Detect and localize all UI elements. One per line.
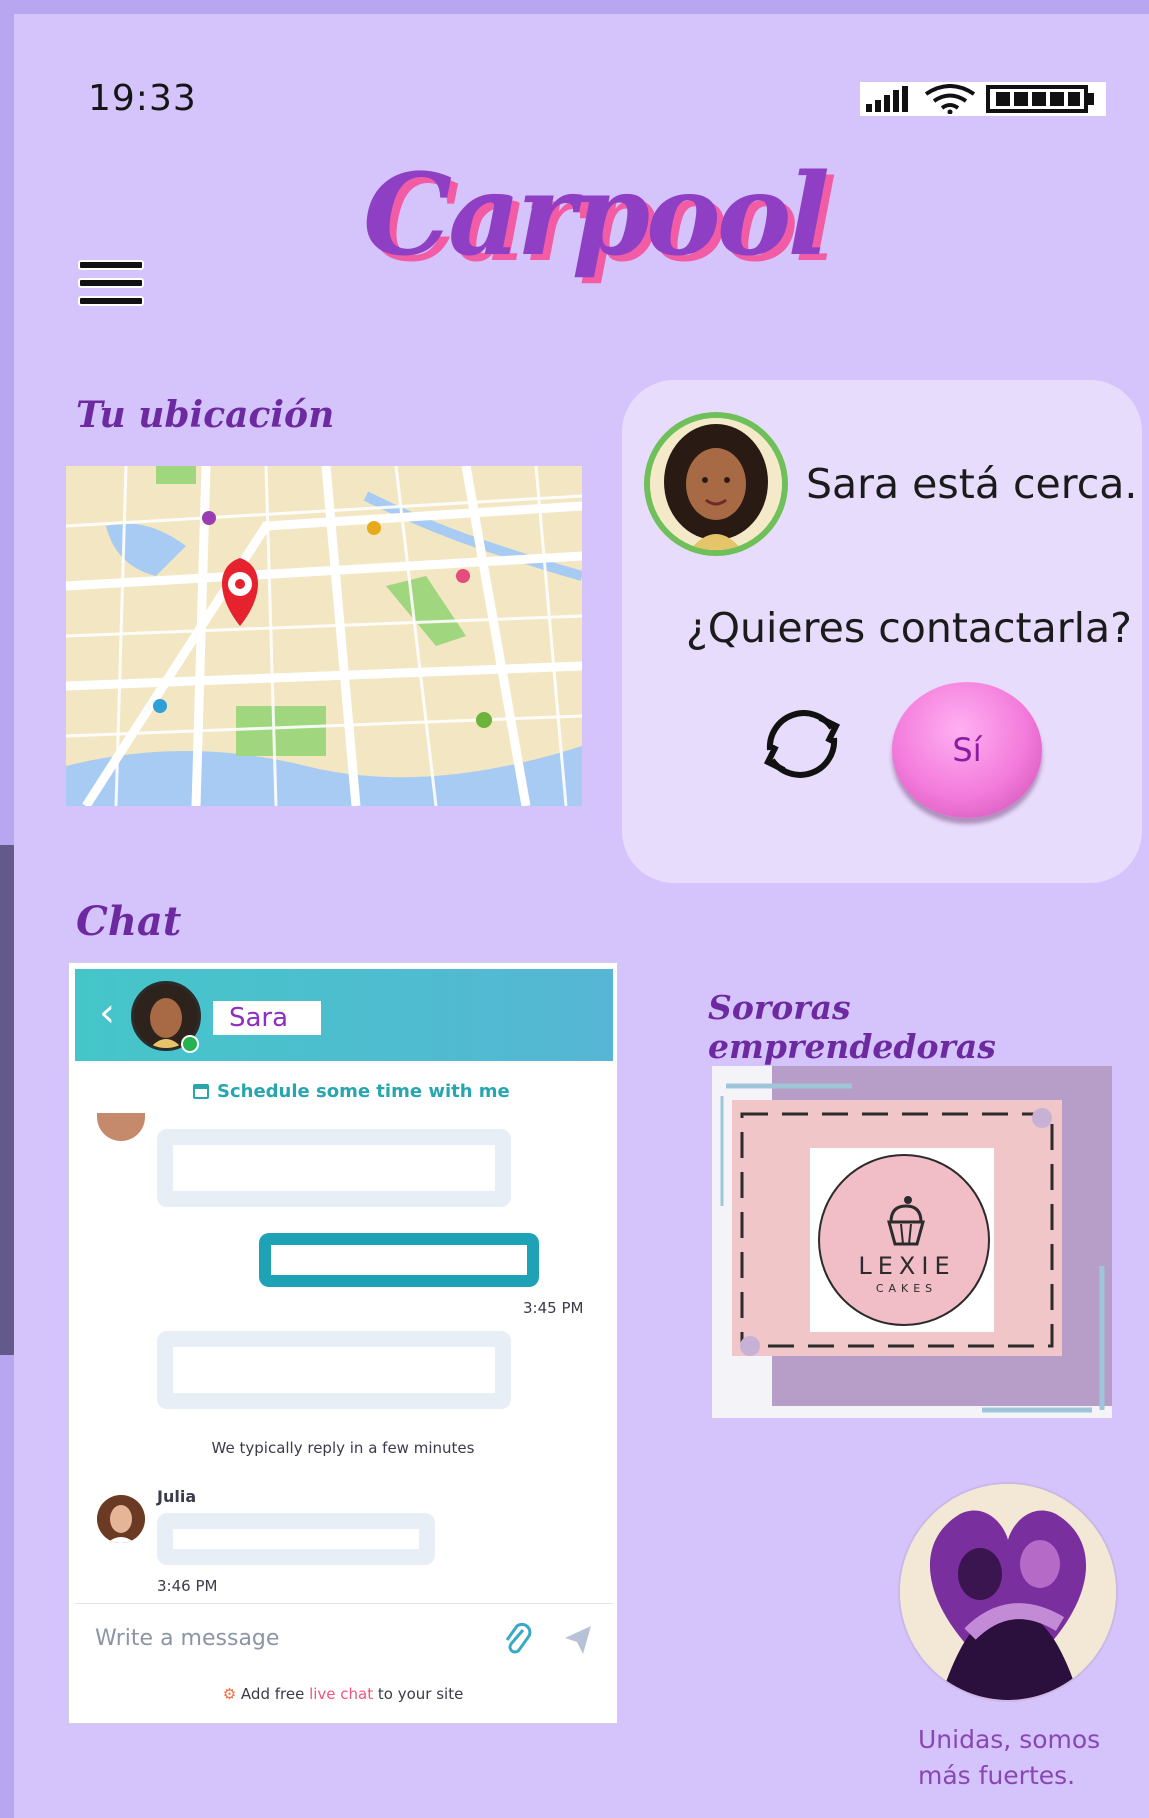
chat-heading: Chat — [76, 898, 182, 945]
logo-name: LEXIE — [858, 1252, 956, 1280]
schedule-link[interactable]: Schedule some time with me — [193, 1081, 510, 1102]
unidas-caption-line1: Unidas, somos — [918, 1725, 1101, 1754]
promo-text: ⚙ Add free live chat to your site — [69, 1685, 617, 1703]
online-status-dot — [181, 1035, 199, 1053]
contact-card: Sara está cerca. ¿Quieres contactarla? S… — [622, 380, 1142, 883]
unidas-caption-line2: más fuertes. — [918, 1761, 1076, 1790]
sororas-business-card[interactable]: LEXIE CAKES — [712, 1066, 1112, 1418]
julia-avatar — [97, 1495, 145, 1543]
sara-avatar — [644, 412, 788, 556]
side-strip — [0, 845, 14, 1355]
logo-subtitle: CAKES — [875, 1282, 938, 1295]
reply-time-note: We typically reply in a few minutes — [211, 1439, 475, 1457]
wifi-icon — [924, 84, 976, 114]
location-heading: Tu ubicación — [76, 394, 335, 436]
message-bubble — [157, 1331, 511, 1409]
map-graphic — [66, 466, 582, 806]
schedule-link-text: Schedule some time with me — [217, 1081, 510, 1102]
cupcake-icon — [887, 1196, 925, 1246]
message-bubble — [157, 1129, 511, 1207]
calendar-icon — [193, 1084, 209, 1099]
status-icons — [860, 82, 1106, 116]
promo-prefix: Add free — [240, 1685, 310, 1703]
message-time: 3:45 PM — [523, 1299, 584, 1317]
hamburger-menu-icon[interactable] — [78, 258, 144, 316]
paperclip-icon[interactable] — [503, 1622, 533, 1656]
message-composer — [75, 1603, 613, 1671]
unidas-caption: Unidas, somos más fuertes. — [918, 1722, 1100, 1794]
live-chat-link[interactable]: live chat — [309, 1685, 373, 1703]
unidas-illustration[interactable] — [898, 1482, 1118, 1702]
contact-near-text: Sara está cerca. — [806, 460, 1138, 508]
app-title: Carpool — [363, 150, 830, 281]
chat-contact-name: Sara — [213, 1001, 321, 1035]
contact-question: ¿Quieres contactarla? — [686, 604, 1132, 652]
signal-icon — [866, 86, 908, 112]
agent-message-time: 3:46 PM — [157, 1577, 218, 1595]
lexie-cakes-logo: LEXIE CAKES — [810, 1148, 994, 1332]
sent-message-bubble — [259, 1233, 539, 1287]
message-input[interactable] — [95, 1618, 485, 1658]
promo-suffix: to your site — [373, 1685, 464, 1703]
agent-message-bubble — [157, 1513, 435, 1565]
julia-avatar-partial — [97, 1113, 145, 1141]
status-time: 19:33 — [88, 78, 197, 119]
hubspot-icon: ⚙ — [222, 1685, 237, 1703]
chat-header: ‹ Sara — [75, 969, 613, 1061]
chevron-left-icon[interactable]: ‹ — [99, 993, 129, 1033]
chat-widget: ‹ Sara Schedule some time with me 3:45 P… — [68, 962, 618, 1724]
refresh-icon[interactable] — [750, 692, 854, 796]
sororas-heading: Sororas emprendedoras — [708, 988, 996, 1066]
agent-name: Julia — [157, 1487, 197, 1506]
battery-icon — [986, 85, 1094, 113]
send-icon[interactable] — [563, 1622, 593, 1656]
location-map[interactable] — [66, 466, 582, 806]
yes-button[interactable]: Sí — [892, 682, 1042, 818]
